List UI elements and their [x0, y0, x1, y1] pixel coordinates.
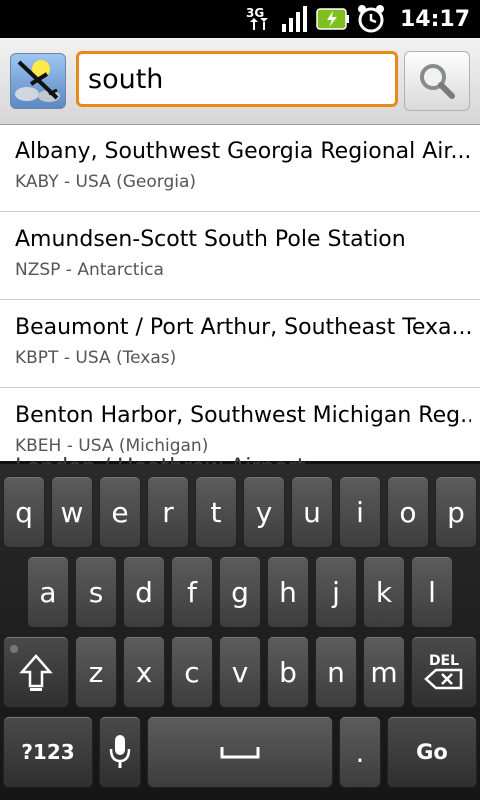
key-o[interactable]: o	[387, 476, 429, 548]
key-r[interactable]: r	[147, 476, 189, 548]
results-list[interactable]: Albany, Southwest Georgia Regional Air..…	[0, 125, 480, 461]
list-item[interactable]: Beaumont / Port Arthur, Southeast Texa..…	[0, 301, 480, 388]
key-g[interactable]: g	[219, 556, 261, 628]
voice-input-key[interactable]	[99, 716, 141, 788]
status-bar: 3G 14:17	[0, 0, 480, 38]
key-b[interactable]: b	[267, 636, 309, 708]
key-h[interactable]: h	[267, 556, 309, 628]
delete-key[interactable]: DEL	[411, 636, 477, 708]
search-button[interactable]	[404, 51, 470, 111]
result-title: Amundsen-Scott South Pole Station	[15, 227, 406, 252]
signal-bars-icon	[280, 4, 310, 34]
result-subtitle: KBEH - USA (Michigan)	[15, 436, 209, 456]
result-subtitle: KBPT - USA (Texas)	[15, 348, 177, 368]
key-p[interactable]: p	[435, 476, 477, 548]
clock-time: 14:17	[399, 6, 470, 32]
3g-data-icon: 3G	[243, 4, 274, 34]
key-c[interactable]: c	[171, 636, 213, 708]
period-key[interactable]: .	[339, 716, 381, 788]
go-key[interactable]: Go	[387, 716, 477, 788]
key-l[interactable]: l	[411, 556, 453, 628]
spacebar-icon	[220, 747, 260, 759]
result-subtitle: NZSP - Antarctica	[15, 260, 164, 280]
key-z[interactable]: z	[75, 636, 117, 708]
key-k[interactable]: k	[363, 556, 405, 628]
key-s[interactable]: s	[75, 556, 117, 628]
key-u[interactable]: u	[291, 476, 333, 548]
list-item[interactable]: Albany, Southwest Georgia Regional Air..…	[0, 125, 480, 212]
key-n[interactable]: n	[315, 636, 357, 708]
key-v[interactable]: v	[219, 636, 261, 708]
key-y[interactable]: y	[243, 476, 285, 548]
result-title: Albany, Southwest Georgia Regional Air..…	[15, 139, 471, 164]
shift-arrow-icon	[19, 654, 53, 691]
result-subtitle: KABY - USA (Georgia)	[15, 172, 197, 192]
key-w[interactable]: w	[51, 476, 93, 548]
soft-keyboard: q w e r t y u i o p a s d f g h j k l z …	[0, 464, 480, 800]
space-key[interactable]	[147, 716, 333, 788]
airplane-weather-icon[interactable]	[10, 53, 66, 109]
backspace-icon	[424, 668, 463, 690]
microphone-icon	[109, 735, 131, 768]
key-a[interactable]: a	[27, 556, 69, 628]
key-d[interactable]: d	[123, 556, 165, 628]
key-e[interactable]: e	[99, 476, 141, 548]
alarm-clock-icon	[356, 4, 386, 34]
key-x[interactable]: x	[123, 636, 165, 708]
key-j[interactable]: j	[315, 556, 357, 628]
caps-indicator	[10, 645, 18, 653]
result-title: Beaumont / Port Arthur, Southeast Texa..…	[15, 315, 471, 340]
search-input[interactable]	[88, 60, 378, 98]
key-m[interactable]: m	[363, 636, 405, 708]
magnifier-icon	[420, 64, 455, 99]
list-item[interactable]: Amundsen-Scott South Pole Station NZSP -…	[0, 213, 480, 300]
key-i[interactable]: i	[339, 476, 381, 548]
network-label: 3G	[246, 6, 264, 20]
key-t[interactable]: t	[195, 476, 237, 548]
background-text: London / Heathrow Airport	[15, 455, 305, 464]
delete-label: DEL	[428, 653, 460, 669]
list-item[interactable]: Benton Harbor, Southwest Michigan Reg...…	[0, 389, 480, 461]
symbols-key[interactable]: ?123	[3, 716, 93, 788]
battery-charging-icon	[316, 4, 350, 34]
key-q[interactable]: q	[3, 476, 45, 548]
search-field[interactable]	[76, 51, 398, 107]
shift-key[interactable]	[3, 636, 69, 708]
key-f[interactable]: f	[171, 556, 213, 628]
search-header	[0, 38, 480, 125]
result-title: Benton Harbor, Southwest Michigan Reg...	[15, 403, 471, 428]
